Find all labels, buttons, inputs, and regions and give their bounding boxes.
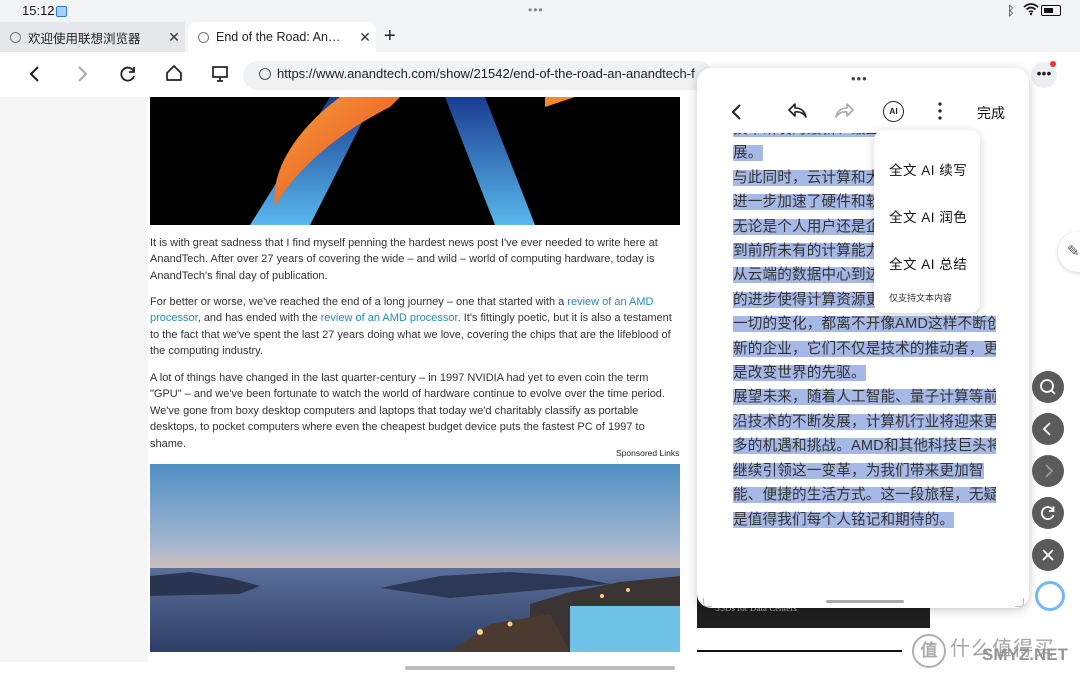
site-icon (10, 31, 21, 43)
home-indicator[interactable] (405, 666, 675, 670)
selected-text-line: 是值得我们每个人铭记和期待的。 (733, 508, 996, 530)
notification-dot (1050, 61, 1056, 67)
watermark-logo-icon: 值 (912, 634, 946, 668)
sponsored-image[interactable] (150, 464, 680, 652)
article-paragraph: A lot of things have changed in the last… (150, 372, 665, 450)
done-button[interactable]: 完成 (977, 103, 1005, 123)
divider (697, 650, 902, 652)
selected-text-span: 多的机遇和挑战。AMD和其他科技巨头将 (733, 438, 996, 455)
page-margin (0, 97, 148, 662)
floating-window-bottom-handle[interactable] (826, 600, 904, 603)
sponsored-label: Sponsored Links (616, 448, 680, 458)
app-indicator-icon (56, 6, 67, 17)
back-icon[interactable] (1032, 413, 1064, 445)
search-icon (259, 68, 271, 80)
article-paragraph: For better or worse, we've reached the e… (150, 294, 682, 360)
more-vertical-icon[interactable] (936, 101, 944, 121)
desktop-mode-icon[interactable] (211, 65, 229, 83)
article-hero-image (150, 97, 680, 225)
undo-icon[interactable] (786, 101, 808, 121)
menu-note: 仅支持文本内容 (889, 293, 953, 303)
selected-text-line: 沿技术的不断发展，计算机行业将迎来更 (733, 410, 996, 434)
article-text: , and has ended with the (197, 312, 321, 325)
resize-handle-icon[interactable] (703, 598, 712, 607)
selected-text-span: 展望未来，随着人工智能、量子计算等前 (733, 389, 996, 406)
menu-ai-polish[interactable]: 全文 AI 润色 (889, 206, 967, 226)
tab-welcome[interactable]: 欢迎使用联想浏览器 ✕ (0, 22, 185, 52)
ai-icon[interactable]: AI (883, 101, 904, 122)
selected-text-line: 是改变世界的先驱。 (733, 361, 996, 385)
menu-ai-summary[interactable]: 全文 AI 总结 (889, 253, 967, 273)
selected-text-line: 继续引领这一变革，为我们带来更加智 (733, 459, 996, 483)
redo-icon[interactable] (834, 101, 856, 121)
back-icon[interactable] (729, 102, 745, 122)
tab-label: 欢迎使用联想浏览器 (28, 31, 141, 46)
selected-text-span: 沿技术的不断发展，计算机行业将迎来更 (733, 413, 996, 430)
wifi-icon (1023, 3, 1039, 16)
refresh-icon[interactable] (119, 65, 137, 83)
floating-window-handle-icon[interactable]: ••• (851, 71, 868, 86)
selected-text-line: 展望未来，随着人工智能、量子计算等前 (733, 385, 996, 409)
watermark-url: SMYZ.NET (982, 645, 1068, 664)
resize-handle-icon[interactable] (1015, 598, 1024, 607)
selected-text-line: 能、便捷的生活方式。这一段旅程，无疑 (733, 483, 996, 507)
selected-text-line: 多的机遇和挑战。AMD和其他科技巨头将 (733, 434, 996, 458)
status-time: 15:12 (22, 3, 55, 18)
url-text[interactable]: https://www.anandtech.com/show/21542/end… (277, 66, 707, 81)
refresh-icon[interactable] (1032, 497, 1064, 529)
selected-text-span: 展。 (733, 145, 763, 162)
selected-text-span: 继续引领这一变革，为我们带来更加智 (733, 462, 984, 479)
bluetooth-icon: ᛒ (1007, 3, 1015, 18)
selected-text-span: 新的企业，它们不仅是技术的推动者，更 (733, 340, 996, 357)
home-icon[interactable] (165, 64, 183, 82)
article-text: For better or worse, we've reached the e… (150, 296, 568, 308)
amd-review-link[interactable]: review of an AMD processor (321, 312, 458, 324)
forward-icon[interactable] (1032, 455, 1064, 487)
battery-icon (1041, 5, 1061, 16)
search-icon[interactable] (1032, 371, 1064, 403)
assistive-touch-icon[interactable] (1035, 581, 1065, 611)
tab-strip: 欢迎使用联想浏览器 ✕ End of the Road: An… ✕ (0, 22, 1080, 52)
selected-text-line: 一切的变化，都离不开像AMD这样不断创 (733, 312, 996, 336)
tab-label: End of the Road: An… (216, 30, 341, 44)
plus-icon[interactable]: + (384, 25, 396, 48)
selected-text-span: 一切的变化，都离不开像AMD这样不断创 (733, 316, 996, 333)
close-icon[interactable] (1032, 539, 1064, 571)
close-tab-icon[interactable]: ✕ (354, 29, 376, 46)
selected-text-span: 能、便捷的生活方式。这一段旅程，无疑 (733, 487, 996, 504)
back-icon[interactable] (27, 64, 43, 84)
selected-text-span: 是改变世界的先驱。 (733, 365, 866, 382)
selected-text-span: 是值得我们每个人铭记和期待的。 (733, 511, 955, 528)
selected-text-line: 新的企业，它们不仅是技术的推动者，更 (733, 337, 996, 361)
site-icon (198, 31, 209, 43)
menu-ai-continue[interactable]: 全文 AI 续写 (889, 159, 967, 179)
tab-anandtech[interactable]: End of the Road: An… ✕ (188, 22, 376, 52)
window-handle-icon[interactable]: ••• (528, 3, 544, 17)
forward-icon[interactable] (74, 64, 90, 84)
article-paragraph: It is with great sadness that I find mys… (150, 237, 658, 282)
close-tab-icon[interactable]: ✕ (163, 29, 185, 46)
